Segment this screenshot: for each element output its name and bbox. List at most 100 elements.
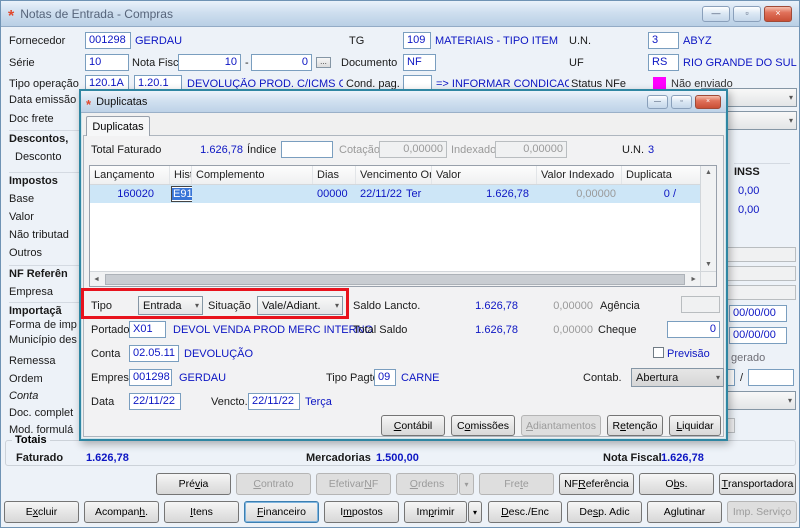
left-label-base: Base [9,193,35,205]
imp-servico-button[interactable]: Imp. Serviço [727,501,797,523]
cell-hist[interactable]: E91 [170,186,192,202]
vencto-input[interactable]: 22/11/22 [248,393,300,410]
close-icon[interactable]: × [764,5,792,22]
scroll-right-icon[interactable]: ► [687,276,700,283]
ordens-button[interactable]: Ordens [396,473,458,495]
table-row[interactable]: 160020 E91 00000 22/11/22 Ter 1.626,78 0… [90,185,700,203]
retencao-button[interactable]: Re tenção [607,415,663,436]
portador-input[interactable]: X01 [129,321,166,338]
cell-lancamento: 160020 [117,188,154,200]
saldo-lancto-indexado: 0,00000 [553,300,593,312]
imprimir-button[interactable]: Im p rimir [404,501,467,523]
left-label-nao-tributad: Não tributad [9,229,69,241]
previa-button[interactable]: Pré v ia [156,473,231,495]
col-duplicata[interactable]: Duplicata [622,166,680,184]
conta-name: DEVOLUÇÃO [184,348,254,360]
app-icon: * [8,7,15,25]
nota-fiscal-input2[interactable]: 0 [251,54,312,71]
ordem-number-input-2[interactable] [748,369,794,386]
dialog-maximize-icon[interactable]: ▫ [671,94,692,109]
previsao-checkbox[interactable] [653,347,664,358]
nota-fiscal-total-value: 1.626,78 [661,452,704,464]
dialog-minimize-icon[interactable]: — [647,94,668,109]
portador-label: Portador [91,324,134,336]
tg-name: MATERIAIS - TIPO ITEM [435,35,559,47]
financeiro-button[interactable]: Financeiro [244,501,319,523]
comissoes-button[interactable]: Co missões [451,415,515,436]
col-valor-indexado[interactable]: Valor Indexado [537,166,622,184]
data-label: Data [91,396,115,408]
conta-input[interactable]: 02.05.11 [129,345,179,362]
dialog-icon: * [86,96,92,112]
nota-fiscal-browse-button[interactable]: ... [316,57,331,68]
indice-label: Índice [247,144,277,156]
vertical-scrollbar[interactable]: ▲ ▼ [700,166,716,271]
col-valor[interactable]: Valor [432,166,537,184]
minimize-icon[interactable]: — [702,5,730,22]
scroll-left-icon[interactable]: ◄ [90,276,103,283]
indice-input[interactable] [281,141,333,158]
uf-input[interactable]: RS [648,54,679,71]
imprimir-dropdown-icon[interactable]: ▾ [468,501,482,523]
total-saldo-indexado: 0,00000 [553,324,593,336]
scroll-down-icon[interactable]: ▼ [705,258,712,271]
maximize-icon[interactable]: ▫ [733,5,761,22]
transportadora-button[interactable]: Transportadora [719,473,796,495]
cheque-input[interactable]: 0 [667,321,720,338]
dialog-close-icon[interactable]: × [695,94,721,109]
contab-combobox[interactable]: Abertura ▾ [631,368,724,387]
desp-adic-button[interactable]: De s p. Adic [567,501,642,523]
col-complemento[interactable]: Complemento [192,166,313,184]
fornecedor-input[interactable]: 001298 [85,32,131,49]
tab-duplicatas[interactable]: Duplicatas [86,116,150,136]
inss-base-value: 0,00 [738,185,760,197]
desc-enc-button[interactable]: Desc./Enc [488,501,562,523]
serie-input[interactable]: 10 [85,54,129,71]
importacao-date-2-input[interactable]: 00/00/00 [729,327,787,344]
tg-input[interactable]: 109 [403,32,431,49]
col-vencimento-orig[interactable]: Vencimento Orig. [356,166,432,184]
excluir-button[interactable]: Ex cluir [4,501,79,523]
nf-referencia-button[interactable]: NF Referência [559,473,634,495]
acompanh-button[interactable]: Acompan h. [84,501,159,523]
un-name: ABYZ [683,35,712,47]
portador-name: DEVOL VENDA PROD MERC INTERNO [173,324,374,336]
left-label-outros: Outros [9,247,43,259]
nota-fiscal-input[interactable]: 10 [178,54,241,71]
horizontal-scrollbar-thumb[interactable] [104,273,686,285]
mercadorias-value: 1.500,00 [376,452,419,464]
scroll-up-icon[interactable]: ▲ [705,166,712,179]
left-label-doc-complet: Doc. complet [9,407,74,419]
efetivar-nf-button[interactable]: Efetivar NF [316,473,391,495]
aglutinar-button[interactable]: Ag lutinar [647,501,722,523]
dialog-title: Duplicatas [96,95,148,108]
frete-button[interactable]: Fre t e [479,473,554,495]
un-input[interactable]: 3 [648,32,679,49]
horizontal-scrollbar[interactable]: ◄ ► [90,271,716,286]
saldo-lancto-value: 1.626,78 [475,300,518,312]
cell-vencimento: 22/11/22 [360,188,402,200]
documento-input[interactable]: NF [403,54,436,71]
obs-button[interactable]: Ob s. [639,473,714,495]
contrato-button[interactable]: Contrato [236,473,311,495]
contabil-button[interactable]: Contábil [381,415,445,436]
tipo-pagto-input[interactable]: 09 [374,369,396,386]
empresa-input[interactable]: 001298 [129,369,172,386]
adiantamentos-button[interactable]: Adiantamentos [521,415,601,436]
cotacao-input: 0,00000 [379,141,447,158]
ordens-dropdown-icon[interactable]: ▾ [459,473,474,495]
col-hist[interactable]: Hist. [170,166,192,184]
left-label-desconto: Desconto [15,151,62,163]
col-lancamento[interactable]: Lançamento [90,166,170,184]
tg-label: TG [349,35,365,47]
duplicatas-table: Lançamento Hist. Complemento Dias Vencim… [89,165,717,287]
impostos-button[interactable]: Im postos [324,501,399,523]
left-label-doc-frete: Doc frete [9,113,54,125]
itens-button[interactable]: Itens [164,501,239,523]
dialog-un-label: U.N. [622,144,644,156]
data-input[interactable]: 22/11/22 [129,393,181,410]
liquidar-button[interactable]: Liquidar [669,415,721,436]
col-dias[interactable]: Dias [313,166,356,184]
chevron-down-icon: ▾ [788,116,793,125]
importacao-date-1-input[interactable]: 00/00/00 [729,305,787,322]
